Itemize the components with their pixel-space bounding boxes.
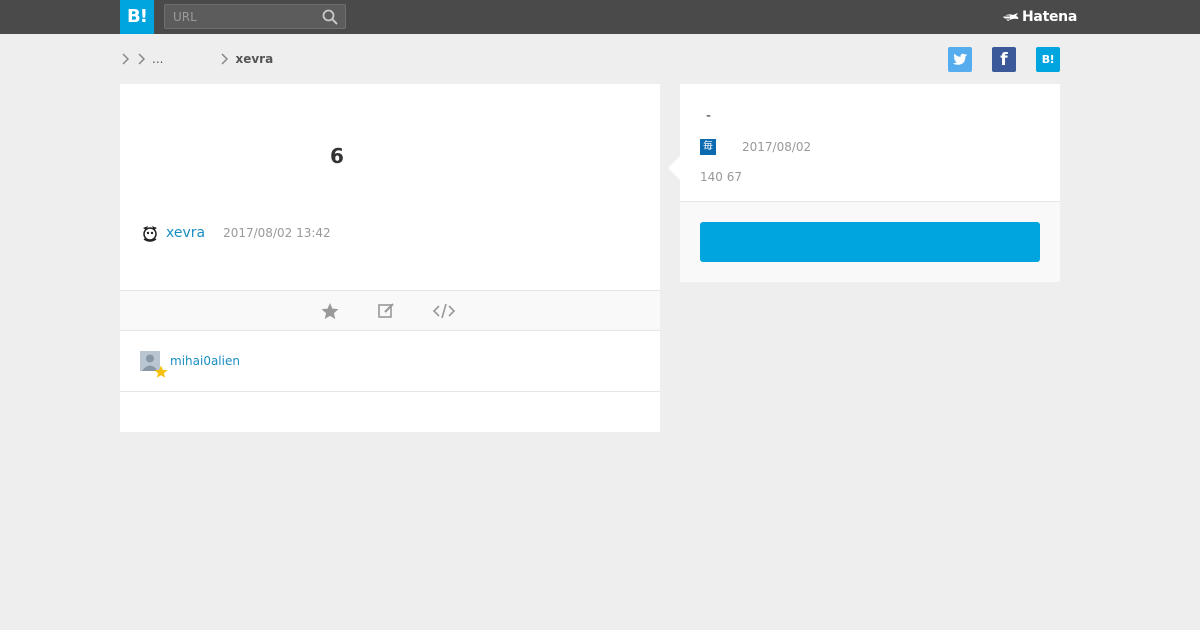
breadcrumb-ellipsis[interactable]: ... [152,52,163,66]
facebook-icon: f [1000,49,1008,70]
breadcrumb-user[interactable]: xevra [235,52,273,66]
entry-author: xevra 2017/08/02 13:42 [140,222,331,244]
hatena-bookmark-logo[interactable]: B! [120,0,154,34]
hatena-bookmark-icon: B! [1041,53,1055,66]
entry-title: 6 [330,144,344,168]
embed-code-icon[interactable] [432,302,456,320]
hatena-bookmark-share-button[interactable]: B! [1036,47,1060,72]
source-article-title[interactable]: - [706,108,711,124]
yellow-star-icon [154,365,168,378]
chevron-right-icon[interactable] [120,53,130,65]
search-input[interactable] [165,5,315,28]
star-icon[interactable] [320,302,340,320]
source-favicon-icon: 毎 [700,139,716,155]
hatena-label: Hatena [1022,9,1077,25]
bookmark-counts: 140 67 [700,170,742,184]
view-article-button[interactable] [700,222,1040,262]
card-pointer [668,156,680,180]
search-box [164,4,346,29]
hatena-bird-icon [1003,13,1019,21]
entry-timestamp: 2017/08/02 13:42 [223,226,331,240]
author-avatar[interactable] [140,223,160,243]
chevron-right-icon [221,53,229,65]
edit-icon[interactable] [376,302,396,320]
source-card-footer [680,201,1060,282]
entry-card: 6 xevra 2017/08/02 13:42 mihai0alien [120,84,660,432]
source-article-card: - 毎 2017/08/02 140 67 [668,84,1060,282]
source-info: 毎 2017/08/02 [700,139,811,155]
source-date: 2017/08/02 [742,140,812,154]
entry-actions-bar [120,290,660,331]
star-user-avatar[interactable] [140,351,168,378]
hatena-link[interactable]: Hatena [1002,8,1077,26]
star-user-name[interactable]: mihai0alien [170,354,240,368]
chevron-right-icon [138,53,146,65]
top-bar: B! Hatena [0,0,1200,34]
twitter-icon [952,53,968,65]
twitter-share-button[interactable] [948,47,972,72]
list-item: mihai0alien [140,351,240,378]
star-list: mihai0alien [120,331,660,392]
facebook-share-button[interactable]: f [992,47,1016,72]
breadcrumb: ... xevra [120,48,273,70]
author-name-link[interactable]: xevra [166,225,205,241]
search-icon[interactable] [321,8,339,26]
